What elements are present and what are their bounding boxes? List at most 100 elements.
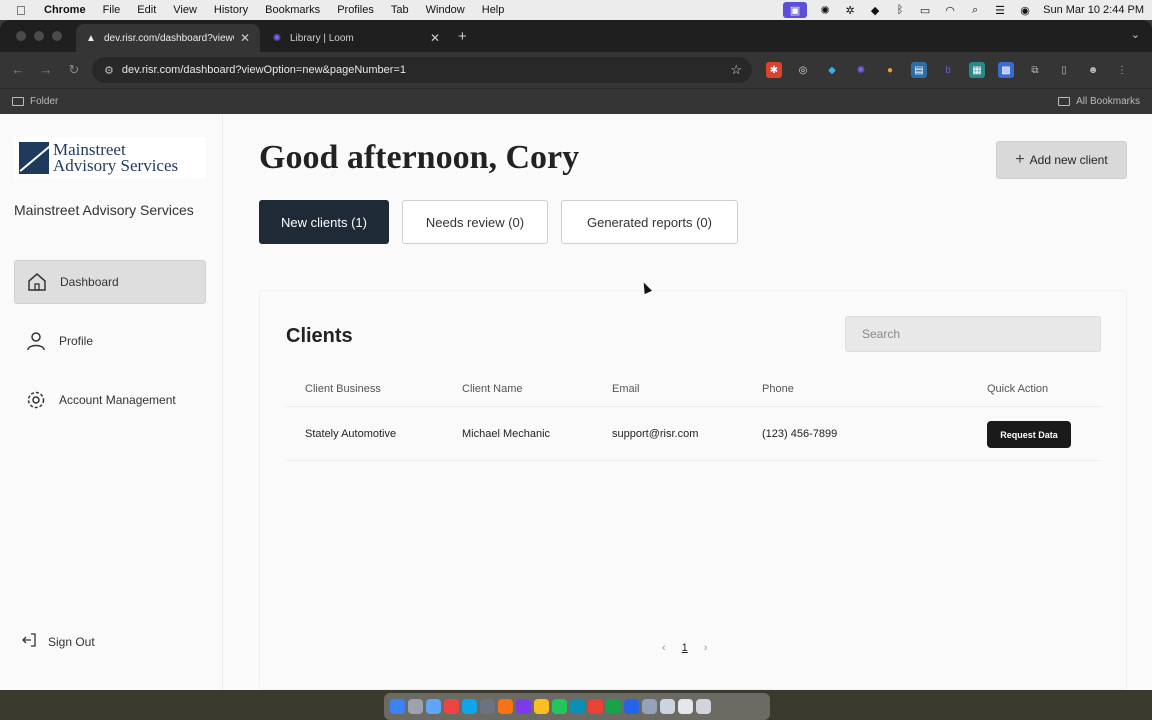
menu-app-name[interactable]: Chrome bbox=[44, 4, 86, 16]
bookmark-folder-label: Folder bbox=[30, 96, 59, 107]
back-arrow-icon[interactable]: ← bbox=[8, 62, 28, 77]
app-tray-icon[interactable]: ◆ bbox=[868, 4, 882, 17]
request-data-button[interactable]: Request Data bbox=[987, 421, 1071, 448]
browser-tab-dashboard[interactable]: ▲ dev.risr.com/dashboard?viewO ✕ bbox=[76, 24, 260, 52]
safari-icon[interactable] bbox=[426, 699, 441, 714]
messages-icon[interactable] bbox=[552, 699, 567, 714]
menu-bar-clock[interactable]: Sun Mar 10 2:44 PM bbox=[1043, 4, 1144, 16]
close-tab-icon[interactable]: ✕ bbox=[430, 31, 440, 45]
document-icon[interactable] bbox=[660, 699, 675, 714]
app-teal-icon[interactable] bbox=[570, 699, 585, 714]
previous-page-icon[interactable]: ‹ bbox=[662, 642, 666, 654]
sidebar-item-dashboard[interactable]: Dashboard bbox=[14, 260, 206, 304]
app-gray-icon[interactable] bbox=[642, 699, 657, 714]
new-tab-icon[interactable]: + bbox=[458, 28, 467, 45]
menu-bookmarks[interactable]: Bookmarks bbox=[265, 4, 320, 16]
extension-teal-icon[interactable]: ▦ bbox=[969, 62, 985, 78]
battery-icon[interactable]: ▭ bbox=[918, 4, 932, 17]
menu-window[interactable]: Window bbox=[426, 4, 465, 16]
sidebar: Mainstreet Advisory Services Mainstreet … bbox=[0, 115, 223, 690]
browser-tab-loom[interactable]: ✺ Library | Loom ✕ bbox=[262, 24, 450, 52]
close-tab-icon[interactable]: ✕ bbox=[240, 31, 250, 45]
menu-profiles[interactable]: Profiles bbox=[337, 4, 374, 16]
notes-icon[interactable] bbox=[534, 699, 549, 714]
reload-icon[interactable]: ↻ bbox=[64, 62, 84, 78]
table-row[interactable]: Stately Automotive Michael Mechanic supp… bbox=[286, 407, 1102, 461]
extension-bulb-icon[interactable]: ◎ bbox=[795, 62, 811, 78]
tab-generated-reports[interactable]: Generated reports (0) bbox=[561, 200, 738, 244]
close-window-button[interactable] bbox=[16, 31, 26, 41]
menu-edit[interactable]: Edit bbox=[137, 4, 156, 16]
extension-loom-icon[interactable]: ✺ bbox=[853, 62, 869, 78]
client-filter-tabs: New clients (1) Needs review (0) Generat… bbox=[259, 200, 738, 244]
site-info-icon[interactable]: ⚙ bbox=[104, 64, 114, 77]
add-new-client-button[interactable]: + Add new client bbox=[996, 141, 1127, 179]
chrome-app-icon[interactable] bbox=[588, 699, 603, 714]
extension-b-icon[interactable]: b bbox=[940, 62, 956, 78]
finder-icon[interactable] bbox=[390, 699, 405, 714]
apple-icon[interactable]:  bbox=[16, 3, 30, 18]
column-header-phone[interactable]: Phone bbox=[762, 383, 794, 395]
sidebar-item-profile[interactable]: Profile bbox=[14, 319, 206, 363]
address-bar[interactable]: ⚙ dev.risr.com/dashboard?viewOption=new&… bbox=[92, 57, 752, 83]
page-number-current[interactable]: 1 bbox=[682, 642, 688, 654]
bookmark-folder[interactable]: Folder bbox=[12, 96, 58, 107]
sidebar-item-account-management[interactable]: Account Management bbox=[14, 378, 206, 422]
next-page-icon[interactable]: › bbox=[704, 642, 708, 654]
search-input[interactable] bbox=[845, 316, 1101, 352]
launchpad-icon[interactable] bbox=[408, 699, 423, 714]
profile-avatar-icon[interactable]: ☻ bbox=[1085, 62, 1101, 78]
sign-out-button[interactable]: Sign Out bbox=[22, 633, 95, 650]
web-page: Mainstreet Advisory Services Mainstreet … bbox=[0, 115, 1152, 690]
extensions-puzzle-icon[interactable]: ⧉ bbox=[1027, 62, 1043, 78]
company-logo[interactable]: Mainstreet Advisory Services bbox=[14, 137, 206, 179]
tab-search-chevron-icon[interactable]: ⌄ bbox=[1131, 28, 1140, 41]
column-header-client-name[interactable]: Client Name bbox=[462, 383, 523, 395]
screen-record-icon[interactable]: ▣ bbox=[783, 2, 808, 18]
menu-tab[interactable]: Tab bbox=[391, 4, 409, 16]
wifi-icon[interactable]: ◠ bbox=[943, 4, 957, 17]
menu-history[interactable]: History bbox=[214, 4, 248, 16]
siri-icon[interactable]: ◉ bbox=[1018, 4, 1032, 17]
bluetooth-icon[interactable]: ᛒ bbox=[893, 4, 907, 16]
spotlight-search-icon[interactable]: ⌕ bbox=[968, 4, 982, 16]
column-header-quick-action: Quick Action bbox=[987, 382, 1049, 395]
organization-name: Mainstreet Advisory Services bbox=[14, 202, 194, 218]
zoom-window-button[interactable] bbox=[52, 31, 62, 41]
extension-gem-icon[interactable]: ◆ bbox=[824, 62, 840, 78]
menu-view[interactable]: View bbox=[173, 4, 197, 16]
page-title: Good afternoon, Cory bbox=[259, 139, 580, 176]
side-panel-icon[interactable]: ▯ bbox=[1056, 62, 1072, 78]
minimize-window-button[interactable] bbox=[34, 31, 44, 41]
extension-red-icon[interactable]: ✱ bbox=[766, 62, 782, 78]
menu-file[interactable]: File bbox=[103, 4, 121, 16]
app-red-icon[interactable] bbox=[444, 699, 459, 714]
bookmark-star-icon[interactable]: ☆ bbox=[730, 62, 742, 78]
trash-icon[interactable] bbox=[696, 699, 711, 714]
chrome-menu-icon[interactable]: ⋮ bbox=[1114, 62, 1130, 78]
tab-new-clients[interactable]: New clients (1) bbox=[259, 200, 389, 244]
all-bookmarks-label: All Bookmarks bbox=[1076, 96, 1140, 107]
calendar-icon[interactable] bbox=[498, 699, 513, 714]
app-store-icon[interactable] bbox=[462, 699, 477, 714]
sun-icon[interactable]: ✺ bbox=[818, 4, 832, 17]
settings-icon[interactable] bbox=[480, 699, 495, 714]
extension-blue-icon[interactable]: ▩ bbox=[998, 62, 1014, 78]
word-icon[interactable] bbox=[624, 699, 639, 714]
menu-help[interactable]: Help bbox=[482, 4, 505, 16]
extension-chart-icon[interactable]: ▤ bbox=[911, 62, 927, 78]
column-header-client-business[interactable]: Client Business bbox=[305, 383, 381, 395]
tab-needs-review[interactable]: Needs review (0) bbox=[402, 200, 548, 244]
loom-icon[interactable]: ✲ bbox=[843, 4, 857, 17]
excel-icon[interactable] bbox=[606, 699, 621, 714]
cell-phone: (123) 456-7899 bbox=[762, 427, 838, 440]
browser-toolbar: ← → ↻ ⚙ dev.risr.com/dashboard?viewOptio… bbox=[0, 52, 1152, 88]
extension-circle-icon[interactable]: ● bbox=[882, 62, 898, 78]
all-bookmarks[interactable]: All Bookmarks bbox=[1058, 96, 1140, 107]
loom-app-icon[interactable] bbox=[516, 699, 531, 714]
sidebar-item-label: Dashboard bbox=[60, 275, 119, 289]
control-center-icon[interactable]: ☰ bbox=[993, 4, 1007, 17]
column-header-email[interactable]: Email bbox=[612, 383, 640, 395]
downloads-icon[interactable] bbox=[678, 699, 693, 714]
forward-arrow-icon[interactable]: → bbox=[36, 62, 56, 77]
